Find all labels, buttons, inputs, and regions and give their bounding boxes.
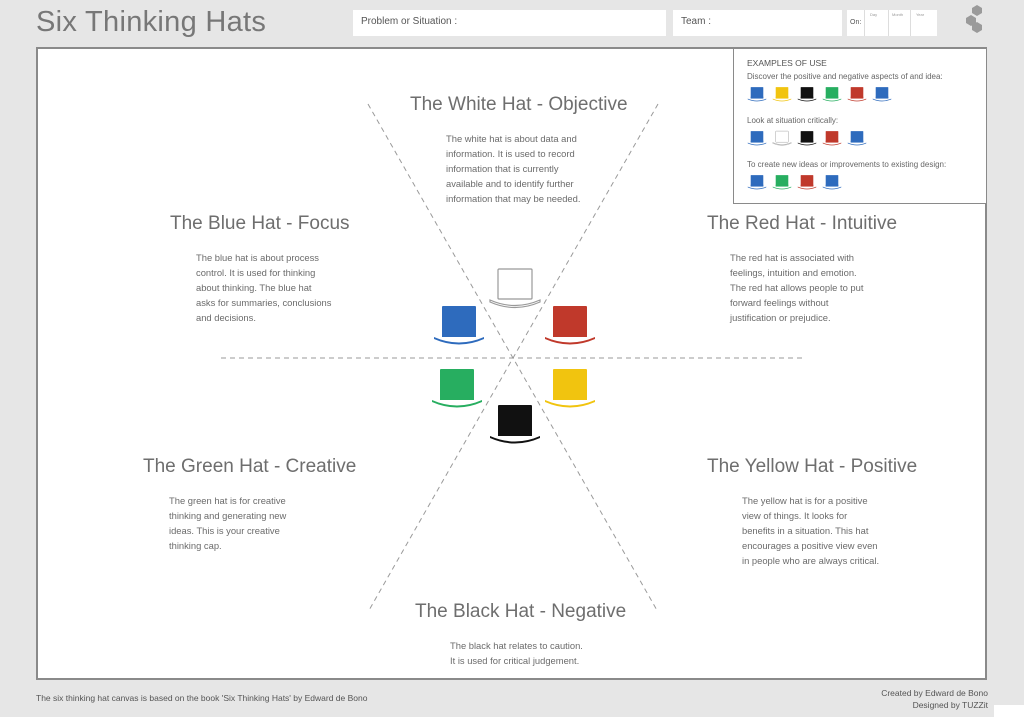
yellow-hat-title: The Yellow Hat - Positive bbox=[707, 456, 918, 477]
red-hat-title: The Red Hat - Intuitive bbox=[707, 213, 898, 234]
black-hat-small-icon bbox=[797, 87, 817, 102]
example-3-label: To create new ideas or improvements to e… bbox=[747, 160, 947, 169]
on-label: On: bbox=[850, 19, 862, 26]
white-hat-icon bbox=[489, 268, 541, 309]
source-note: The six thinking hat canvas is based on … bbox=[36, 693, 368, 703]
yellow-hat-icon bbox=[545, 369, 595, 408]
red-hat-small-icon bbox=[847, 87, 867, 102]
problem-label: Problem or Situation : bbox=[361, 16, 458, 27]
yellow-hat-small-icon bbox=[772, 87, 792, 102]
blue-hat-small-icon bbox=[747, 175, 767, 190]
examples-panel: EXAMPLES OF USE Discover the positive an… bbox=[733, 49, 986, 204]
tuzzit-logo-icon bbox=[966, 5, 982, 33]
red-hat-small-icon bbox=[797, 175, 817, 190]
month-field[interactable]: Month bbox=[888, 10, 908, 36]
blue-hat-small-icon bbox=[847, 131, 867, 146]
page-title: Six Thinking Hats bbox=[36, 6, 267, 38]
team-field[interactable]: Team : bbox=[673, 10, 842, 36]
blue-hat-icon bbox=[434, 306, 484, 345]
green-hat-icon bbox=[432, 369, 482, 408]
example-3-hats bbox=[747, 174, 842, 191]
black-hat-description: The black hat relates to caution. It is u… bbox=[450, 640, 583, 666]
credits: Created by Edward de Bono Designed by TU… bbox=[881, 687, 988, 711]
designed-by: Designed by TUZZit bbox=[912, 700, 988, 710]
green-hat-description: The green hat is for creative thinking an… bbox=[169, 495, 287, 551]
blue-hat-title: The Blue Hat - Focus bbox=[170, 213, 350, 234]
green-hat-small-icon bbox=[822, 87, 842, 102]
blue-hat-small-icon bbox=[747, 131, 767, 146]
corner-tab bbox=[994, 705, 1024, 717]
example-1-hats bbox=[747, 86, 892, 103]
blue-hat-small-icon bbox=[822, 175, 842, 190]
year-field[interactable]: Year bbox=[910, 10, 935, 36]
team-label: Team : bbox=[681, 16, 712, 27]
month-label: Month bbox=[892, 12, 904, 17]
year-label: Year bbox=[916, 12, 925, 17]
white-hat-title: The White Hat - Objective bbox=[410, 94, 628, 115]
examples-heading: EXAMPLES OF USE bbox=[747, 58, 827, 68]
example-2-label: Look at situation critically: bbox=[747, 116, 839, 125]
black-hat-icon bbox=[490, 405, 540, 444]
blue-hat-description: The blue hat is about process control. It… bbox=[196, 252, 332, 323]
white-hat-description: The white hat is about data and informati… bbox=[446, 133, 581, 204]
example-2-hats bbox=[747, 130, 867, 147]
blue-hat-small-icon bbox=[747, 87, 767, 102]
yellow-hat-description: The yellow hat is for a positive view of … bbox=[742, 495, 880, 566]
example-1-label: Discover the positive and negative aspec… bbox=[747, 72, 943, 81]
red-hat-description: The red hat is associated with feelings, … bbox=[730, 252, 864, 323]
blue-hat-small-icon bbox=[872, 87, 892, 102]
day-field[interactable]: Day bbox=[864, 10, 886, 36]
red-hat-small-icon bbox=[822, 131, 842, 146]
green-hat-title: The Green Hat - Creative bbox=[143, 456, 357, 477]
day-label: Day bbox=[870, 12, 878, 17]
green-hat-small-icon bbox=[772, 175, 792, 190]
black-hat-title: The Black Hat - Negative bbox=[415, 601, 627, 622]
red-hat-icon bbox=[545, 306, 595, 345]
created-by: Created by Edward de Bono bbox=[881, 688, 988, 698]
black-hat-small-icon bbox=[797, 131, 817, 146]
problem-field[interactable]: Problem or Situation : bbox=[353, 10, 666, 36]
white-hat-small-icon bbox=[772, 130, 792, 146]
